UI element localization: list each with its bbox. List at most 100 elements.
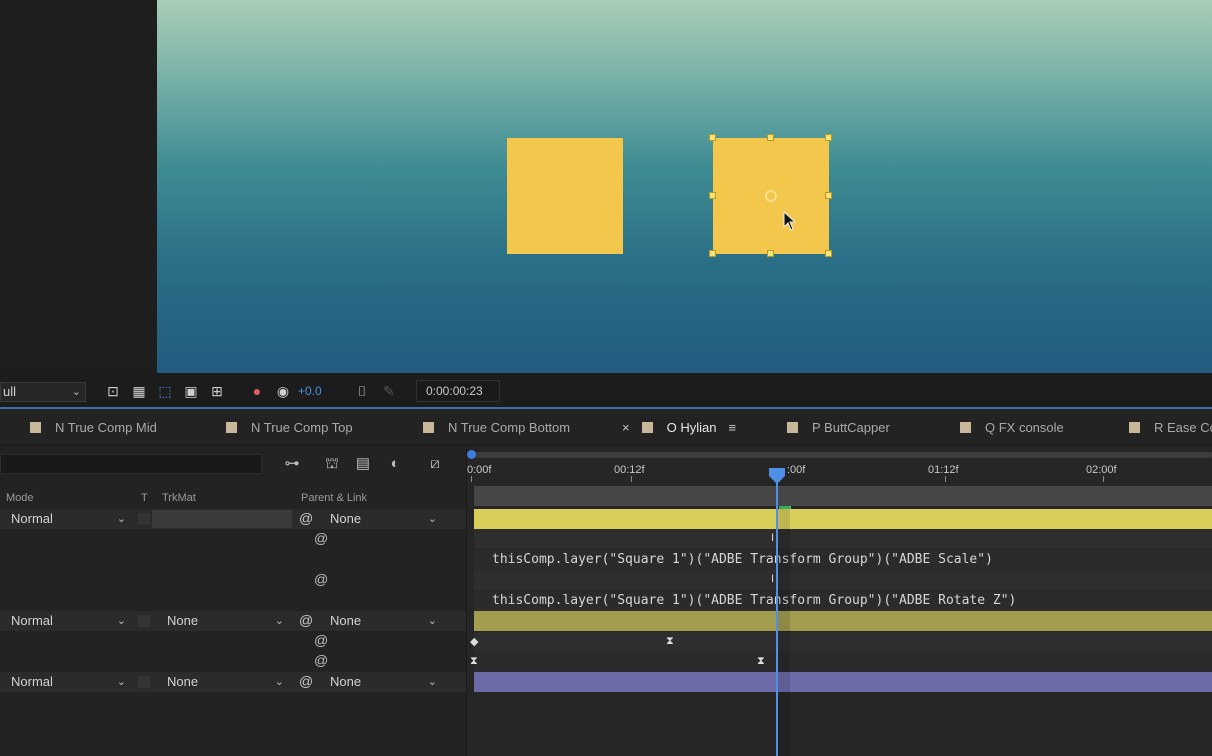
- keyframe-icon[interactable]: ◆: [470, 635, 478, 648]
- tab-o-hylian[interactable]: × O Hylian ≡: [622, 420, 736, 438]
- preserve-transparency-checkbox[interactable]: [137, 614, 151, 628]
- current-time-indicator-head[interactable]: [769, 468, 785, 484]
- graph-editor-icon[interactable]: ⧄: [424, 454, 446, 474]
- preserve-transparency-checkbox[interactable]: [137, 675, 151, 689]
- tab-n-true-comp-top[interactable]: N True Comp Top: [226, 420, 353, 438]
- square-1-layer[interactable]: [507, 138, 623, 254]
- ruler-label: 00:12f: [614, 464, 645, 476]
- transform-handle[interactable]: [709, 192, 716, 199]
- color-channels-icon[interactable]: ●: [248, 383, 266, 399]
- keyframe-icon[interactable]: ⧗: [666, 635, 674, 648]
- panel-menu-icon[interactable]: ≡: [728, 420, 736, 435]
- track-matte-select[interactable]: None ⌄: [160, 612, 288, 630]
- expression-track: thisComp.layer("Square 1")("ADBE Transfo…: [474, 591, 1212, 611]
- transform-handle[interactable]: [825, 134, 832, 141]
- time-ruler[interactable]: [474, 486, 1212, 506]
- work-area-bar[interactable]: [471, 452, 1212, 458]
- expression-pickwhip-icon[interactable]: @: [314, 652, 328, 668]
- blend-mode-select[interactable]: Normal ⌄: [4, 612, 130, 630]
- tab-r-ease-co[interactable]: R Ease Co: [1129, 420, 1212, 438]
- composition-viewer[interactable]: [157, 0, 1212, 373]
- keyframe-icon[interactable]: ⧗: [757, 655, 765, 668]
- layer-row[interactable]: Normal ⌄ None ⌄ @ None ⌄: [0, 672, 466, 692]
- anchor-point-icon[interactable]: [765, 190, 777, 202]
- ruler-tick: [471, 476, 472, 482]
- parent-pickwhip-icon[interactable]: @: [299, 510, 313, 526]
- expression-text[interactable]: thisComp.layer("Square 1")("ADBE Transfo…: [492, 593, 1016, 608]
- text-cursor-icon: I: [771, 573, 775, 585]
- work-area-start-handle[interactable]: [467, 450, 476, 459]
- layer-column-headers: Mode T TrkMat Parent & Link: [0, 490, 466, 508]
- ruler-label: 02:00f: [1086, 464, 1117, 476]
- show-snapshot-icon[interactable]: ✎: [380, 383, 398, 399]
- comp-color-swatch: [787, 422, 798, 433]
- comp-color-swatch: [1129, 422, 1140, 433]
- resolution-select[interactable]: ull ⌄: [0, 382, 86, 402]
- layer-duration-bar[interactable]: [474, 672, 1212, 692]
- mask-visibility-icon[interactable]: ⬚: [156, 383, 174, 399]
- transparency-grid-icon[interactable]: ▦: [130, 383, 148, 399]
- transform-handle[interactable]: [825, 192, 832, 199]
- comp-color-swatch: [641, 422, 653, 433]
- parent-link-column-header[interactable]: Parent & Link: [301, 492, 367, 504]
- blend-mode-select[interactable]: Normal ⌄: [4, 510, 130, 528]
- transform-handle[interactable]: [709, 250, 716, 257]
- composition-flowchart-icon[interactable]: ⊶: [281, 454, 303, 474]
- current-time-display[interactable]: 0:00:00:23: [416, 380, 500, 402]
- square-2-layer[interactable]: [713, 138, 829, 254]
- expression-text[interactable]: thisComp.layer("Square 1")("ADBE Transfo…: [492, 552, 993, 567]
- parent-pickwhip-icon[interactable]: @: [299, 673, 313, 689]
- region-of-interest-icon[interactable]: ▣: [182, 383, 200, 399]
- exposure-reset-icon[interactable]: ◉: [274, 383, 292, 399]
- trkmat-column-header[interactable]: TrkMat: [162, 492, 196, 504]
- keyframe-icon[interactable]: ⧗: [470, 655, 478, 668]
- fast-preview-icon[interactable]: ⊡: [104, 383, 122, 399]
- tab-n-true-comp-mid[interactable]: N True Comp Mid: [30, 420, 157, 438]
- grid-guides-icon[interactable]: ⊞: [208, 383, 226, 399]
- parent-select[interactable]: None ⌄: [323, 673, 441, 691]
- close-tab-icon[interactable]: ×: [622, 420, 630, 435]
- mouse-cursor-icon: [783, 211, 797, 231]
- exposure-value[interactable]: +0.0: [298, 384, 322, 398]
- layer-row[interactable]: Normal ⌄ @ None ⌄: [0, 509, 466, 529]
- property-track: [474, 632, 1212, 652]
- tab-p-buttcapper[interactable]: P ButtCapper: [787, 420, 890, 438]
- tab-q-fx-console[interactable]: Q FX console: [960, 420, 1064, 438]
- mode-column-header[interactable]: Mode: [6, 492, 34, 504]
- comp-color-swatch: [423, 422, 434, 433]
- transform-handle[interactable]: [767, 134, 774, 141]
- shy-layers-icon[interactable]: ⛫: [321, 454, 343, 474]
- expression-pickwhip-icon[interactable]: @: [314, 530, 328, 546]
- viewer-toolbar: ull ⌄ ⊡ ▦ ⬚ ▣ ⊞ ● ◉ +0.0 ⌷ ✎ 0:00:00:23: [0, 373, 1212, 409]
- layer-row[interactable]: Normal ⌄ None ⌄ @ None ⌄: [0, 611, 466, 631]
- parent-select[interactable]: None ⌄: [323, 510, 441, 528]
- frame-blending-icon[interactable]: ▤: [352, 454, 374, 474]
- ruler-label: 01:12f: [928, 464, 959, 476]
- current-frame-highlight: [778, 506, 790, 756]
- current-time-indicator[interactable]: [776, 470, 778, 756]
- layer-search-input[interactable]: [0, 454, 262, 474]
- track-matte-select[interactable]: [152, 510, 292, 528]
- tab-n-true-comp-bottom[interactable]: N True Comp Bottom: [423, 420, 570, 438]
- t-column-header[interactable]: T: [141, 492, 148, 504]
- preserve-transparency-checkbox[interactable]: [137, 512, 151, 526]
- snapshot-camera-icon[interactable]: ⌷: [353, 383, 371, 399]
- layer-duration-bar[interactable]: [474, 509, 1212, 529]
- expression-pickwhip-icon[interactable]: @: [314, 571, 328, 587]
- parent-pickwhip-icon[interactable]: @: [299, 612, 313, 628]
- comp-color-swatch: [960, 422, 971, 433]
- viewer-left-panel: [0, 0, 157, 373]
- text-cursor-icon: I: [771, 532, 775, 544]
- layer-duration-bar[interactable]: [474, 611, 1212, 631]
- parent-select[interactable]: None ⌄: [323, 612, 441, 630]
- expression-pickwhip-icon[interactable]: @: [314, 632, 328, 648]
- transform-handle[interactable]: [767, 250, 774, 257]
- transform-handle[interactable]: [825, 250, 832, 257]
- property-track: [474, 570, 1212, 590]
- timeline-panel[interactable]: 0:00f 00:12f :00f 01:12f 02:00f thisComp…: [466, 446, 1212, 756]
- motion-blur-icon[interactable]: ◐: [384, 454, 406, 474]
- transform-handle[interactable]: [709, 134, 716, 141]
- ruler-label: :00f: [787, 464, 806, 476]
- blend-mode-select[interactable]: Normal ⌄: [4, 673, 130, 691]
- track-matte-select[interactable]: None ⌄: [160, 673, 288, 691]
